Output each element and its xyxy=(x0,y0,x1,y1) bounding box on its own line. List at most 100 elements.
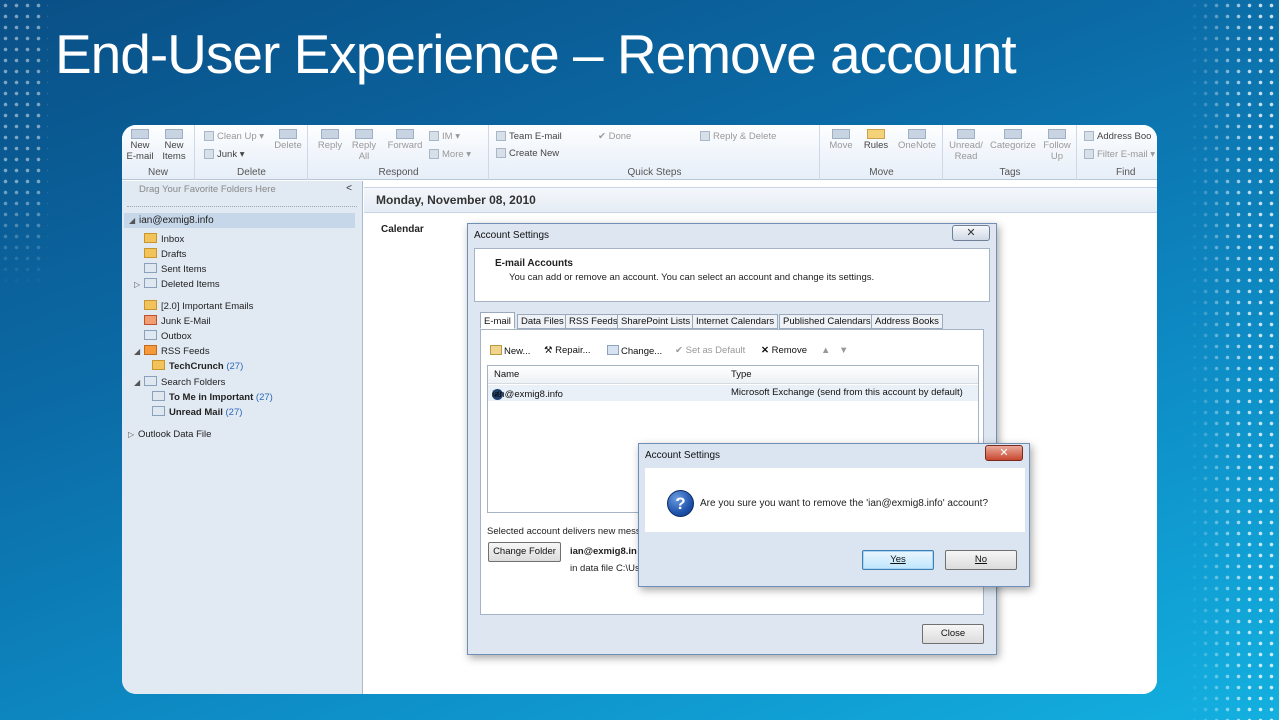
folder-unread-mail[interactable]: Unread Mail (27) xyxy=(152,406,242,420)
new-account-button[interactable]: New... xyxy=(490,345,530,357)
repair-button[interactable]: ⚒ Repair... xyxy=(544,345,591,356)
group-label-quick-steps: Quick Steps xyxy=(627,167,682,178)
dialog-title: Account Settings xyxy=(474,230,550,241)
more-button[interactable]: More ▾ xyxy=(429,149,471,160)
move-down-arrow-icon[interactable]: ▼ xyxy=(839,345,848,356)
group-label-tags: Tags xyxy=(999,167,1021,178)
change-button[interactable]: Change... xyxy=(607,345,662,357)
im-button[interactable]: IM ▾ xyxy=(429,131,460,142)
reply-delete-quickstep[interactable]: Reply & Delete xyxy=(700,131,776,142)
folder-important-emails[interactable]: [2.0] Important Emails xyxy=(144,300,253,314)
group-label-respond: Respond xyxy=(378,167,419,178)
folder-deleted-items[interactable]: ▷ Deleted Items xyxy=(134,278,220,292)
collapsed-triangle-icon: ▷ xyxy=(128,430,135,439)
forward-button[interactable]: Forward xyxy=(385,129,425,151)
team-email-icon xyxy=(496,131,506,141)
new-items-button[interactable]: New Items xyxy=(158,129,190,162)
inbox-icon xyxy=(144,233,157,243)
ribbon-group-delete: Clean Up ▾ Junk ▾ Delete Delete xyxy=(196,125,308,180)
no-button[interactable]: No xyxy=(945,550,1017,570)
table-row[interactable]: ✓ ian@exmig8.info Microsoft Exchange (sen… xyxy=(488,385,978,401)
collapsed-triangle-icon: ▷ xyxy=(134,280,141,289)
confirm-message-area: ? Are you sure you want to remove the 'i… xyxy=(645,468,1025,532)
categorize-icon xyxy=(1004,129,1022,139)
folder-techcrunch[interactable]: TechCrunch (27) xyxy=(152,360,243,374)
reply-button[interactable]: Reply xyxy=(315,129,345,151)
rules-icon xyxy=(867,129,885,139)
address-book-button[interactable]: Address Boo xyxy=(1084,131,1151,142)
address-book-icon xyxy=(1084,131,1094,141)
unread-read-button[interactable]: Unread/ Read xyxy=(946,129,986,162)
move-up-arrow-icon[interactable]: ▲ xyxy=(821,345,830,356)
close-x-button[interactable]: ✕ xyxy=(952,225,990,241)
junk-button[interactable]: Junk ▾ xyxy=(204,149,245,160)
folder-drafts[interactable]: Drafts xyxy=(144,248,186,262)
filter-email-button[interactable]: Filter E-mail ▾ xyxy=(1084,149,1155,160)
new-email-icon xyxy=(131,129,149,139)
delete-button[interactable]: Delete xyxy=(272,129,304,151)
move-button[interactable]: Move xyxy=(825,129,857,151)
confirm-dialog-title: Account Settings xyxy=(645,450,721,461)
tools-icon: ⚒ xyxy=(544,345,556,356)
accounts-list-header: Name Type xyxy=(488,366,978,384)
tab-sharepoint-lists[interactable]: SharePoint Lists xyxy=(617,314,695,329)
tab-data-files[interactable]: Data Files xyxy=(517,314,568,329)
reply-all-button[interactable]: Reply All xyxy=(349,129,379,162)
tab-published-calendars[interactable]: Published Calendars xyxy=(779,314,875,329)
clean-up-button[interactable]: Clean Up ▾ xyxy=(204,131,264,142)
im-icon xyxy=(429,131,439,141)
flag-icon xyxy=(1048,129,1066,139)
confirm-message: Are you sure you want to remove the 'ian… xyxy=(700,498,989,509)
yes-button[interactable]: Yes xyxy=(862,550,934,570)
ribbon-group-tags: Unread/ Read Categorize Follow Up Tags xyxy=(944,125,1077,180)
divider xyxy=(127,206,357,207)
change-icon xyxy=(607,345,619,355)
categorize-button[interactable]: Categorize xyxy=(988,129,1038,151)
ribbon-group-find: Address Boo Filter E-mail ▾ Find xyxy=(1078,125,1157,180)
checkmark-circle-icon: ✔ xyxy=(675,345,686,356)
folder-inbox[interactable]: Inbox xyxy=(144,233,184,247)
column-name[interactable]: Name xyxy=(494,369,519,380)
ribbon-group-new: New E-mail New Items New xyxy=(122,125,195,180)
tab-rss-feeds[interactable]: RSS Feeds xyxy=(565,314,622,329)
set-as-default-button[interactable]: ✔ Set as Default xyxy=(675,345,745,356)
done-quickstep[interactable]: ✔ Done xyxy=(598,131,631,142)
delivers-text: Selected account delivers new messa xyxy=(487,526,646,537)
outlook-screenshot: New E-mail New Items New Clean Up ▾ Junk… xyxy=(122,125,1157,694)
column-type[interactable]: Type xyxy=(731,369,752,380)
change-folder-button[interactable]: Change Folder xyxy=(488,542,561,562)
onenote-button[interactable]: OneNote xyxy=(895,129,939,151)
folder-outlook-data-file[interactable]: ▷ Outlook Data File xyxy=(128,428,211,442)
follow-up-button[interactable]: Follow Up xyxy=(1040,129,1074,162)
ribbon-group-respond: Reply Reply All Forward IM ▾ More ▾ Resp… xyxy=(309,125,489,180)
close-x-button[interactable]: ✕ xyxy=(985,445,1023,461)
close-button[interactable]: Close xyxy=(922,624,984,644)
folder-outbox[interactable]: Outbox xyxy=(144,330,192,344)
tab-internet-calendars[interactable]: Internet Calendars xyxy=(692,314,779,329)
folder-icon xyxy=(144,300,157,310)
search-folder-icon xyxy=(152,406,165,416)
delete-icon xyxy=(279,129,297,139)
calendar-label: Calendar xyxy=(381,224,424,235)
create-new-quickstep[interactable]: Create New xyxy=(496,148,559,159)
folder-junk-email[interactable]: Junk E-Mail xyxy=(144,315,211,329)
new-email-button[interactable]: New E-mail xyxy=(125,129,155,162)
team-email-quickstep[interactable]: Team E-mail xyxy=(496,131,562,142)
tab-email[interactable]: E-mail xyxy=(480,312,515,329)
rules-button[interactable]: Rules xyxy=(861,129,891,151)
move-icon xyxy=(832,129,850,139)
collapse-nav-button[interactable]: < xyxy=(346,183,352,194)
folder-to-me-in-important[interactable]: To Me in Important (27) xyxy=(152,391,273,405)
account-node[interactable]: ◢ ian@exmig8.info xyxy=(124,213,355,228)
folder-search-folders[interactable]: ◢ Search Folders xyxy=(134,376,225,390)
folder-sent-items[interactable]: Sent Items xyxy=(144,263,206,277)
expand-triangle-icon: ◢ xyxy=(129,216,136,225)
checkmark-icon: ✔ xyxy=(598,131,609,142)
navigation-pane: Drag Your Favorite Folders Here < ◢ ian@e… xyxy=(122,181,363,694)
tab-address-books[interactable]: Address Books xyxy=(871,314,943,329)
remove-button[interactable]: ✕ Remove xyxy=(761,345,807,356)
confirm-remove-dialog: Account Settings ✕ ? Are you sure you wa… xyxy=(638,443,1030,587)
folder-rss-feeds[interactable]: ◢ RSS Feeds xyxy=(134,345,210,359)
onenote-icon xyxy=(908,129,926,139)
filter-icon xyxy=(1084,149,1094,159)
